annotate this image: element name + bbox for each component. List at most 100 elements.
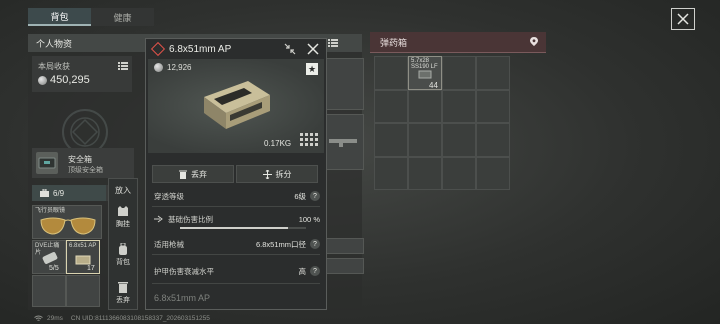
round-income-label: 本局收获 (38, 62, 70, 71)
discard-button[interactable]: 丢弃 (152, 165, 234, 183)
close-icon (677, 13, 689, 25)
safe-box-icon (38, 157, 56, 169)
discard-label: 丢弃 (191, 169, 207, 179)
trash-icon (118, 282, 128, 293)
grid-cell[interactable] (476, 89, 510, 123)
grid-cell[interactable] (442, 156, 476, 190)
help-icon[interactable]: ? (310, 239, 320, 249)
list-icon[interactable] (118, 62, 128, 70)
panel-header-tools (328, 34, 338, 52)
location-pin-icon[interactable] (530, 37, 538, 46)
inventory-slot-glasses[interactable]: 飞行员眼镜 (32, 205, 102, 239)
grid-cell[interactable] (374, 123, 408, 157)
slot-count: 5/5 (49, 265, 59, 272)
stat-compatible-weapons: 适用枪械 6.8x51mm口径 ? (154, 237, 320, 251)
inventory-slot-empty[interactable] (326, 238, 364, 254)
split-label: 拆分 (275, 169, 292, 179)
grid-cell[interactable] (476, 156, 510, 190)
safe-box-image (36, 152, 58, 174)
ammo-item-count: 44 (429, 81, 438, 90)
slot-label: 飞行员眼镜 (35, 208, 66, 214)
safe-box-subtitle: 顶级安全箱 (68, 167, 103, 174)
put-into-vest[interactable]: 胸挂 (109, 205, 137, 231)
grid-cell[interactable] (442, 56, 476, 90)
stat-penetration: 穿透等级 6级 ? (154, 189, 320, 203)
backpack-icon (119, 242, 127, 255)
popup-title: 6.8x51mm AP (169, 43, 232, 55)
ammo-box-header: 弹药箱 (370, 32, 546, 53)
slot-count: 17 (87, 265, 95, 272)
grid-cell[interactable] (408, 89, 442, 123)
put-into-backpack[interactable]: 背包 (109, 242, 137, 269)
round-income-value: 450,295 (50, 74, 90, 86)
vest-label: 胸挂 (116, 221, 130, 228)
ping-value: 29ms (47, 314, 63, 322)
grid-cell[interactable] (408, 156, 442, 190)
close-inventory-button[interactable] (671, 8, 695, 30)
tab-health[interactable]: 健康 (91, 8, 154, 26)
grid-cell[interactable] (442, 123, 476, 157)
stat-value: 100 % (298, 214, 320, 224)
status-bar: 29ms CN UID:8111366083108158337_20260315… (0, 312, 360, 324)
grid-cell[interactable] (442, 89, 476, 123)
put-into-title: 放入 (115, 186, 131, 195)
inventory-slot-weapon[interactable] (326, 114, 364, 170)
ammo-box-image (204, 81, 270, 129)
inventory-slot-weapon[interactable] (326, 58, 364, 110)
backpack-capacity: 6/9 (53, 188, 65, 198)
base-damage-bar (180, 227, 306, 229)
inventory-slot-empty[interactable] (32, 275, 66, 307)
stat-armor-damage-falloff: 护甲伤害衰减水平 高 ? (154, 264, 320, 278)
stat-label: 适用枪械 (154, 239, 184, 249)
list-icon[interactable] (328, 39, 338, 47)
round-income-value-row: 450,295 (38, 74, 90, 86)
stat-value: 6.8x51mm口径 (255, 239, 306, 249)
rifle-icon (329, 139, 357, 147)
briefcase-icon (40, 189, 49, 197)
ammo-box-title: 弹药箱 (380, 37, 408, 48)
ammo-item-5-7x28[interactable]: 5.7x28 SS190 LF 44 (408, 56, 442, 90)
item-preview: 12,926 ★ 0.17KG (148, 59, 324, 153)
grid-cell[interactable] (476, 56, 510, 90)
help-icon[interactable]: ? (310, 266, 320, 276)
inventory-slot-ammo-selected[interactable]: 6.8x51 AP 17 (66, 240, 100, 274)
backpack-label: 背包 (116, 259, 130, 266)
slot-label: 6.8x51 AP (69, 243, 97, 249)
item-price: 12,926 (167, 63, 192, 72)
safe-box-title: 安全箱 (68, 155, 92, 164)
safe-box-slot[interactable]: 安全箱 顶级安全箱 (32, 148, 134, 178)
hidden-item-column (326, 58, 364, 308)
ammo-box-icon (75, 255, 91, 265)
divider (152, 254, 320, 255)
grid-cell[interactable] (374, 89, 408, 123)
stat-label: 护甲伤害衰减水平 (154, 266, 214, 276)
grid-cell[interactable] (408, 123, 442, 157)
tab-backpack[interactable]: 背包 (28, 8, 91, 26)
wifi-icon (34, 315, 43, 321)
split-button[interactable]: 拆分 (236, 165, 318, 183)
favorite-star-icon[interactable]: ★ (306, 63, 318, 75)
inventory-slot-empty[interactable] (66, 275, 100, 307)
inventory-slot-painkiller[interactable]: DVE止痛片 5/5 (32, 240, 66, 274)
close-icon[interactable] (306, 42, 320, 56)
painkiller-icon (42, 252, 58, 264)
coin-icon (38, 75, 47, 85)
grid-cell[interactable] (476, 123, 510, 157)
stat-label: 穿透等级 (154, 191, 184, 201)
stat-label: 基础伤害比例 (168, 214, 213, 224)
collapse-icon[interactable] (284, 43, 296, 55)
inventory-slot-empty[interactable] (326, 258, 364, 274)
item-detail-popup: 6.8x51mm AP 12,926 ★ 0.17KG 丢弃 拆分 穿透等级 6… (145, 38, 327, 310)
item-weight: 0.17KG (264, 139, 292, 148)
divider (152, 283, 320, 284)
put-into-menu: 放入 胸挂 背包 丢弃 (108, 178, 138, 310)
grid-cell[interactable] (374, 156, 408, 190)
discard-item[interactable]: 丢弃 (109, 281, 137, 307)
grid-cell[interactable] (374, 56, 408, 90)
personal-items-title: 个人物资 (36, 38, 73, 49)
item-price-row: 12,926 (154, 63, 191, 72)
base-damage-bar-fill (180, 227, 289, 229)
user-id: CN UID:8111366083108158337_202603151255 (70, 314, 210, 322)
help-icon[interactable]: ? (310, 191, 320, 201)
top-tabs: 背包 健康 (28, 8, 154, 26)
